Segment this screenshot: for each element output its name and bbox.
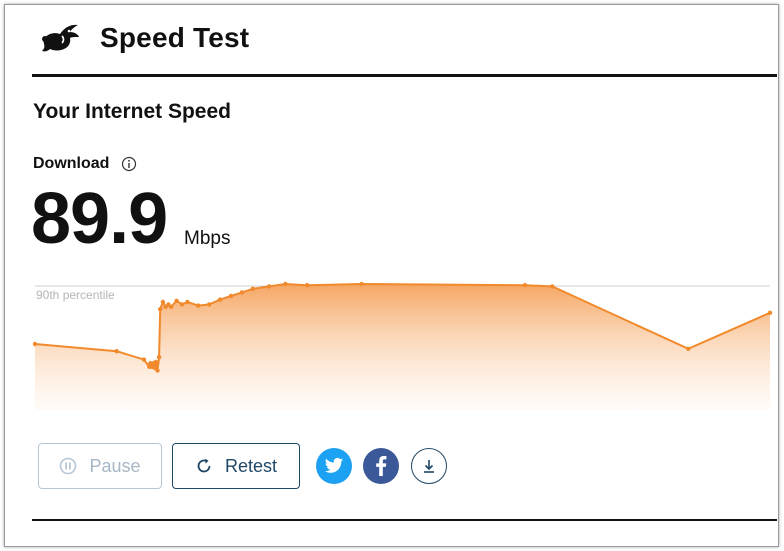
speed-point <box>283 281 288 287</box>
speed-point <box>686 346 691 351</box>
speed-point <box>114 349 119 354</box>
download-results-button[interactable] <box>411 448 447 484</box>
speed-point <box>158 307 163 312</box>
retest-button[interactable]: Retest <box>172 443 300 489</box>
rabbit-logo-icon <box>42 24 79 52</box>
speed-point <box>155 368 160 373</box>
facebook-share-button[interactable] <box>363 448 399 484</box>
speed-point <box>174 298 179 303</box>
speed-point <box>141 357 147 362</box>
twitter-icon <box>324 457 344 473</box>
speed-point <box>217 297 223 302</box>
download-speed-value: 89.9 <box>31 179 168 259</box>
speed-point <box>305 283 310 288</box>
speed-point <box>207 302 212 307</box>
percentile-label: 90th percentile <box>36 288 115 302</box>
speed-point <box>550 284 555 289</box>
download-speed-unit: Mbps <box>184 228 231 249</box>
speed-point <box>239 290 245 295</box>
header: Speed Test <box>32 14 777 77</box>
speed-point <box>359 281 364 287</box>
speed-point <box>767 310 773 315</box>
pause-button[interactable]: Pause <box>38 443 162 489</box>
speed-point <box>160 299 166 305</box>
refresh-icon <box>197 458 211 473</box>
download-speed-chart: 90th percentile <box>32 281 773 410</box>
section-title: Your Internet Speed <box>33 100 231 123</box>
twitter-share-button[interactable] <box>316 448 352 484</box>
retest-label: Retest <box>224 455 278 476</box>
download-label: Download <box>33 155 110 172</box>
speed-point <box>522 283 528 288</box>
speed-point <box>185 299 190 305</box>
info-icon[interactable] <box>121 156 137 172</box>
speed-point <box>228 293 234 299</box>
pause-icon <box>60 457 77 475</box>
bottom-divider <box>32 519 777 521</box>
speed-point <box>168 304 174 309</box>
speed-point <box>156 355 162 360</box>
speed-point <box>32 341 38 347</box>
speed-point <box>153 359 159 365</box>
speed-area <box>35 284 770 410</box>
app-title: Speed Test <box>100 22 250 53</box>
speed-point <box>250 286 255 291</box>
download-icon <box>424 460 434 473</box>
speed-point <box>196 303 201 308</box>
facebook-icon <box>376 456 387 476</box>
pause-label: Pause <box>89 455 141 476</box>
speed-point <box>179 302 185 307</box>
speed-point <box>266 284 272 289</box>
